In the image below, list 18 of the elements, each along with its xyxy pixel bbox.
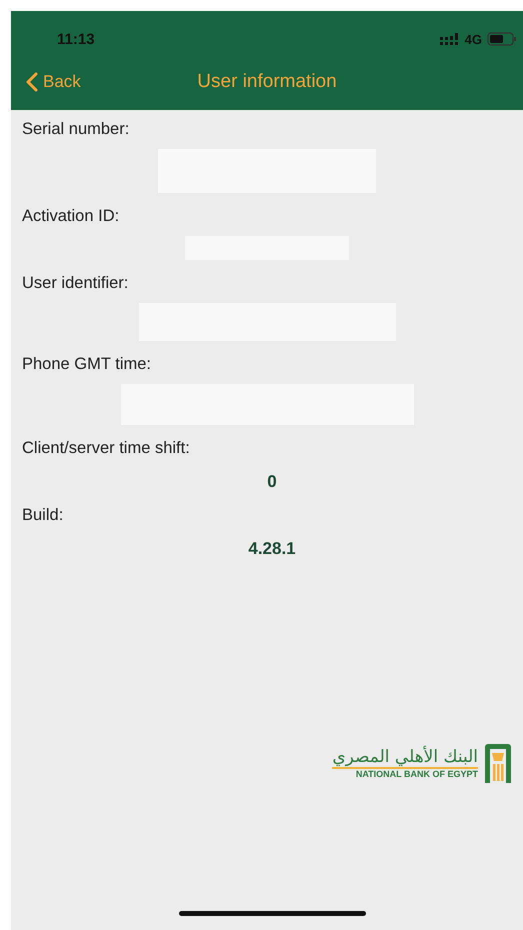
bank-name-english: NATIONAL BANK OF EGYPT <box>356 769 478 780</box>
back-button[interactable]: Back <box>25 72 81 92</box>
screen-title: User information <box>197 70 337 92</box>
signal-icon <box>440 33 460 45</box>
field-value: 0 <box>267 472 277 492</box>
field-label: Serial number: <box>21 120 130 139</box>
field-label: User identifier: <box>21 274 130 293</box>
field-label: Build: <box>21 506 64 525</box>
chevron-left-icon <box>25 72 39 92</box>
field-label: Phone GMT time: <box>21 355 152 374</box>
battery-icon <box>487 32 517 46</box>
field-label: Client/server time shift: <box>21 439 191 458</box>
status-time: 11:13 <box>57 30 95 48</box>
bank-logo-icon <box>483 743 513 783</box>
bank-name-arabic: البنك الأهلي المصري <box>332 746 478 770</box>
network-type: 4G <box>464 32 482 46</box>
field-label: Activation ID: <box>21 207 120 226</box>
field-value: 4.28.1 <box>248 539 296 559</box>
